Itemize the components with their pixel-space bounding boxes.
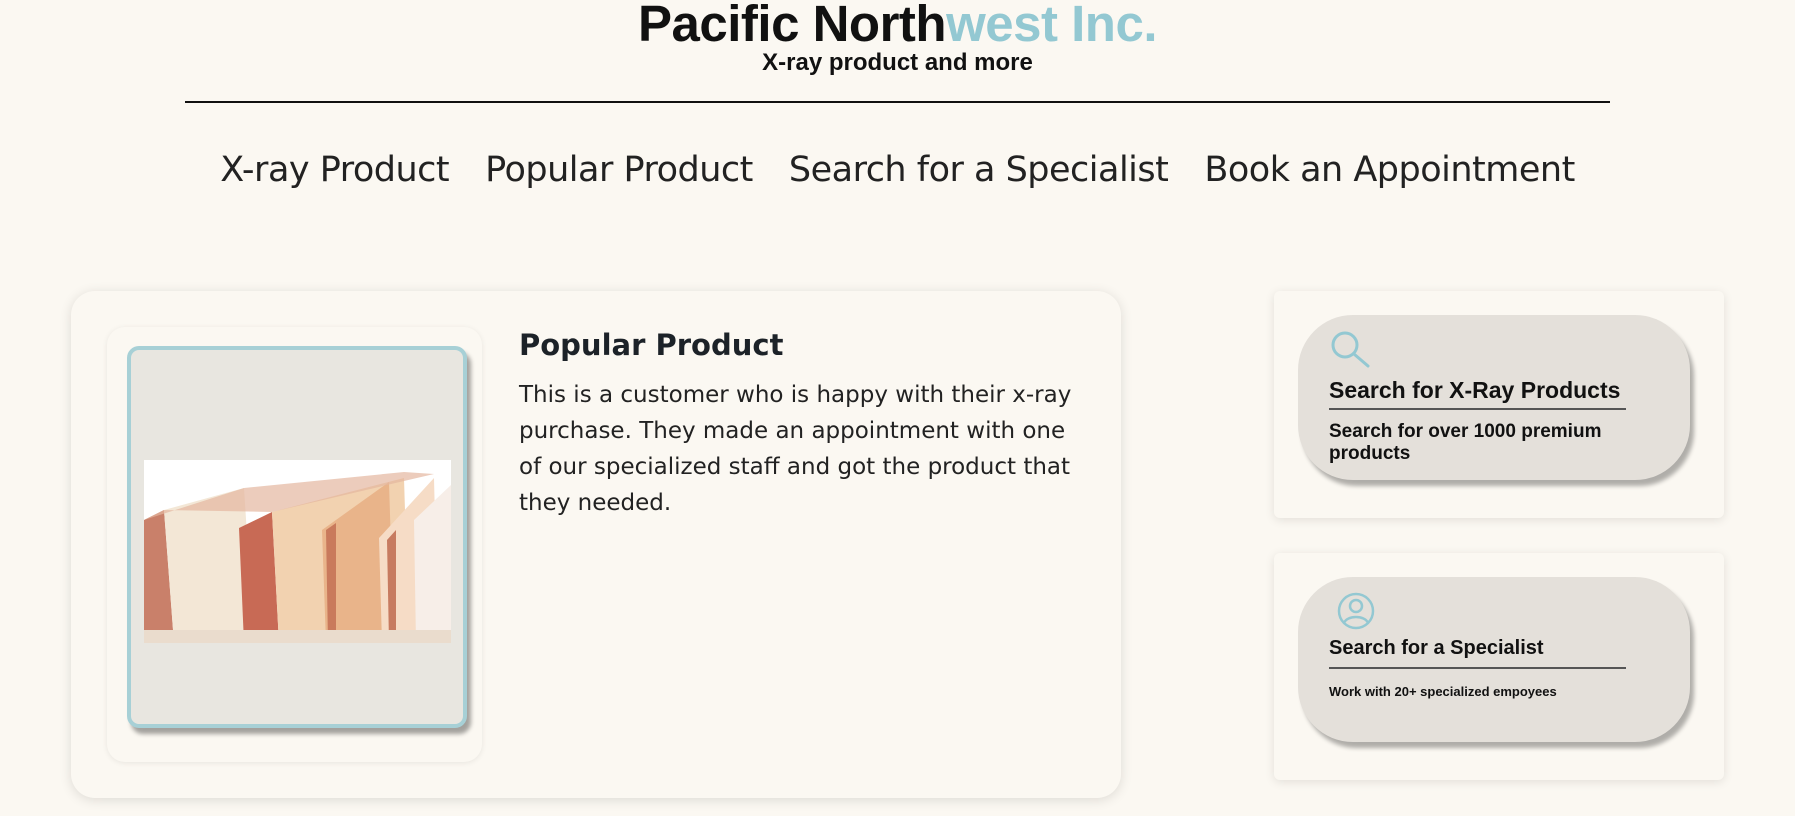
search-products-card[interactable]: Search for X-Ray Products Search for ove…	[1274, 291, 1724, 518]
search-products-title: Search for X-Ray Products	[1329, 377, 1621, 403]
brand-name-accent: west Inc.	[946, 0, 1157, 52]
search-icon	[1328, 329, 1372, 373]
xray-film-stack-image	[144, 460, 451, 643]
search-specialist-pill[interactable]: Search for a Specialist Work with 20+ sp…	[1298, 577, 1690, 742]
search-specialist-subtitle: Work with 20+ specialized empoyees	[1329, 684, 1557, 699]
nav-item-search-specialist[interactable]: Search for a Specialist	[789, 150, 1169, 190]
brand-tagline: X-ray product and more	[762, 49, 1033, 76]
popular-product-title: Popular Product	[519, 328, 784, 362]
search-specialist-underline	[1329, 667, 1626, 669]
header-divider	[185, 101, 1610, 103]
nav-item-book-appointment[interactable]: Book an Appointment	[1204, 150, 1575, 190]
main-nav: X-ray Product Popular Product Search for…	[0, 150, 1795, 190]
nav-item-xray-product[interactable]: X-ray Product	[220, 150, 449, 190]
search-products-subtitle: Search for over 1000 premium products	[1329, 421, 1602, 464]
search-specialist-card[interactable]: Search for a Specialist Work with 20+ sp…	[1274, 553, 1724, 780]
user-icon	[1336, 591, 1376, 635]
popular-product-description: This is a customer who is happy with the…	[519, 382, 1072, 516]
brand-name-primary: Pacific North	[638, 0, 947, 52]
product-image	[144, 460, 451, 643]
search-specialist-title: Search for a Specialist	[1329, 637, 1544, 659]
search-products-underline	[1329, 408, 1626, 410]
brand-logo[interactable]: Pacific Northwest Inc.	[0, 0, 1795, 52]
nav-item-popular-product[interactable]: Popular Product	[485, 150, 753, 190]
search-products-pill[interactable]: Search for X-Ray Products Search for ove…	[1298, 315, 1690, 480]
